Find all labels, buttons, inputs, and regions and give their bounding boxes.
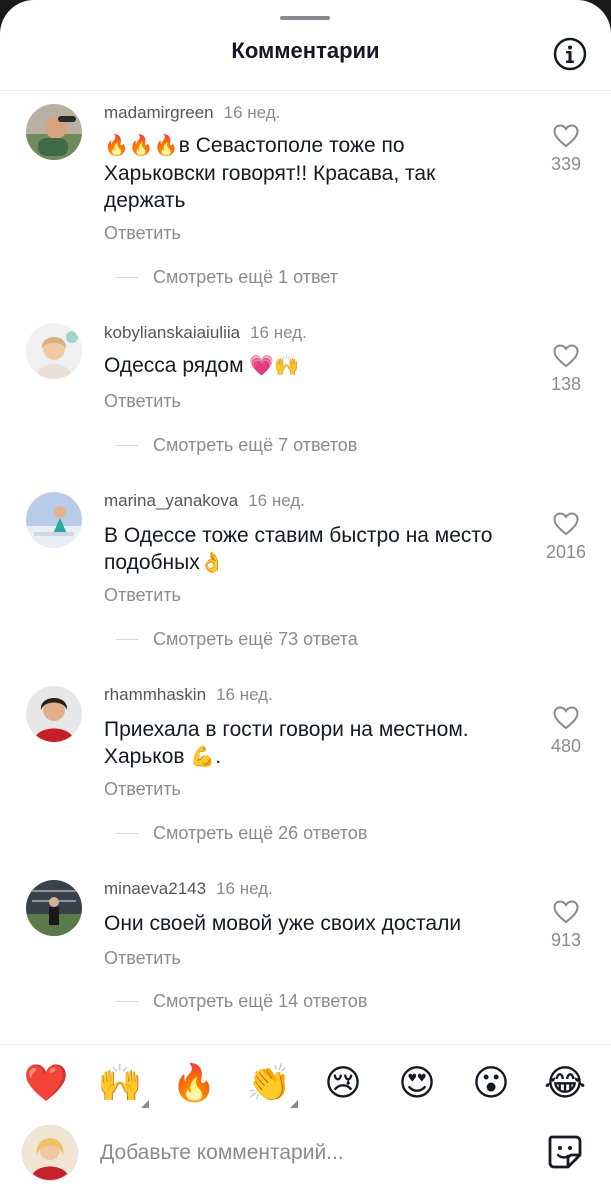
skin-tone-indicator	[141, 1100, 149, 1108]
comment-username[interactable]: minaeva2143 16 нед.	[104, 879, 273, 899]
drag-handle[interactable]	[280, 16, 330, 20]
like-count: 913	[550, 930, 582, 950]
avatar[interactable]	[26, 686, 82, 742]
avatar[interactable]	[26, 880, 82, 936]
view-more-replies[interactable]: Смотреть ещё 1 ответ	[153, 267, 338, 288]
my-avatar[interactable]	[22, 1125, 78, 1181]
replies-divider	[116, 1001, 138, 1002]
comment-input[interactable]	[98, 1132, 522, 1174]
comment-username[interactable]: rhammhaskin 16 нед.	[104, 685, 273, 705]
avatar[interactable]	[26, 104, 82, 160]
flexed-biceps-emoji: 💪	[190, 746, 216, 768]
comment-time: 16 нед.	[216, 879, 273, 898]
view-more-replies[interactable]: Смотреть ещё 14 ответов	[153, 991, 367, 1012]
reply-button[interactable]: Ответить	[104, 948, 181, 969]
composer-divider	[0, 1044, 611, 1045]
like-count: 2016	[546, 542, 587, 562]
emoji-tears-of-joy-button[interactable]: 😂	[540, 1056, 590, 1110]
emoji-red-heart-button[interactable]: ❤️	[21, 1056, 71, 1110]
comment-time: 16 нед.	[216, 685, 273, 704]
comment-text: Они своей мовой уже своих достали	[104, 912, 462, 935]
heart-icon	[553, 344, 579, 368]
replies-divider	[116, 833, 138, 834]
like-count: 339	[550, 154, 582, 174]
comment-text: Одесса рядом 💗🙌	[104, 354, 300, 377]
reply-button[interactable]: Ответить	[104, 585, 181, 606]
replies-divider	[116, 445, 138, 446]
comment-time: 16 нед.	[248, 491, 305, 510]
comment-time: 16 нед.	[250, 323, 307, 342]
comment-time: 16 нед.	[223, 103, 281, 122]
emoji-fire-button[interactable]: 🔥	[169, 1056, 219, 1110]
like-button[interactable]: 138	[546, 344, 586, 395]
heart-icon	[553, 706, 579, 730]
comment-text: В Одессе тоже ставим быстро на место под…	[104, 524, 493, 574]
emoji-quick-bar: ❤️ 🙌 🔥 👏 😢 😍 😮 😂	[0, 1056, 611, 1116]
like-button[interactable]: 913	[546, 900, 586, 951]
comment-username[interactable]: marina_yanakova 16 нед.	[104, 491, 305, 511]
emoji-heart-eyes-button[interactable]: 😍	[392, 1056, 442, 1110]
header-divider	[0, 90, 611, 91]
view-more-replies[interactable]: Смотреть ещё 7 ответов	[153, 435, 357, 456]
comment-text: Приехала в гости говори на местном. Харь…	[104, 718, 469, 768]
ok-hand-emoji: 👌	[199, 552, 225, 574]
like-button[interactable]: 2016	[546, 512, 586, 563]
emoji-raising-hands-button[interactable]: 🙌	[95, 1056, 149, 1110]
avatar[interactable]	[26, 492, 82, 548]
view-more-replies[interactable]: Смотреть ещё 73 ответа	[153, 629, 358, 650]
page-title: Комментарии	[231, 38, 380, 63]
heart-icon	[553, 124, 579, 148]
like-count: 138	[550, 374, 582, 394]
heart-icon	[553, 900, 579, 924]
reply-button[interactable]: Ответить	[104, 779, 181, 800]
like-button[interactable]: 480	[546, 706, 586, 757]
like-count: 480	[550, 736, 582, 756]
comment-text: 🔥🔥🔥в Севастополе тоже по Харьковски гово…	[104, 134, 436, 212]
replies-divider	[116, 277, 138, 278]
emoji-crying-face-button[interactable]: 😢	[318, 1056, 368, 1110]
heart-hands-emoji: 💗🙌	[249, 355, 300, 377]
view-more-replies[interactable]: Смотреть ещё 26 ответов	[153, 823, 367, 844]
reply-button[interactable]: Ответить	[104, 391, 181, 412]
heart-icon	[553, 512, 579, 536]
replies-divider	[116, 639, 138, 640]
emoji-surprised-face-button[interactable]: 😮	[466, 1056, 516, 1110]
fire-emoji: 🔥🔥🔥	[104, 135, 179, 157]
comments-sheet: Комментарии madamirgreen 16 нед. 🔥🔥🔥в Сев…	[0, 0, 611, 1200]
reply-button[interactable]: Ответить	[104, 223, 181, 244]
comment-username[interactable]: madamirgreen 16 нед.	[104, 103, 280, 123]
sticker-icon[interactable]	[546, 1133, 584, 1171]
like-button[interactable]: 339	[546, 124, 586, 175]
info-icon[interactable]	[553, 37, 587, 71]
emoji-clapping-hands-button[interactable]: 👏	[244, 1056, 298, 1110]
avatar[interactable]	[26, 323, 82, 379]
comment-username[interactable]: kobylianskaiaiuliia 16 нед.	[104, 323, 307, 343]
skin-tone-indicator	[290, 1100, 298, 1108]
